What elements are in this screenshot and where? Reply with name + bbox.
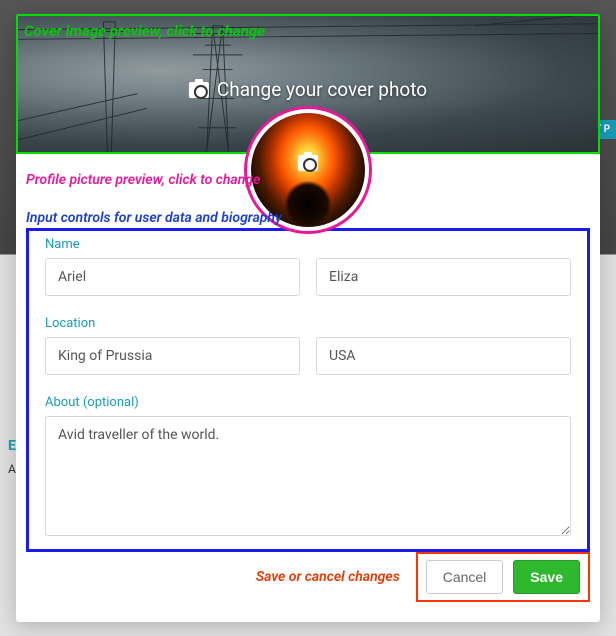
- country-input[interactable]: [316, 337, 571, 375]
- first-name-input[interactable]: [45, 258, 300, 296]
- cover-change-label: Change your cover photo: [189, 78, 427, 101]
- annotation-form: Input controls for user data and biograp…: [26, 210, 282, 226]
- cancel-button[interactable]: Cancel: [426, 560, 504, 594]
- cover-change-text: Change your cover photo: [217, 78, 427, 101]
- about-textarea[interactable]: Avid traveller of the world.: [45, 416, 571, 536]
- modal-footer: Save or cancel changes Cancel Save: [26, 552, 590, 602]
- footer-button-group: Cancel Save: [416, 552, 590, 602]
- profile-form: Name Location About (optional) Avid trav…: [26, 228, 590, 552]
- edit-profile-modal: Cover image preview, click to change Cha…: [16, 14, 600, 622]
- annotation-cover: Cover image preview, click to change: [24, 22, 265, 40]
- save-button[interactable]: Save: [513, 560, 580, 594]
- background-side-letter-1: E: [8, 438, 16, 454]
- last-name-input[interactable]: [316, 258, 571, 296]
- location-label: Location: [45, 316, 571, 331]
- background-side-letter-2: A: [8, 462, 16, 476]
- city-input[interactable]: [45, 337, 300, 375]
- annotation-profile: Profile picture preview, click to change: [26, 172, 260, 188]
- about-label: About (optional): [45, 395, 571, 410]
- camera-icon: [189, 82, 209, 98]
- camera-icon: [298, 155, 318, 171]
- name-label: Name: [45, 237, 571, 252]
- annotation-footer: Save or cancel changes: [256, 569, 400, 585]
